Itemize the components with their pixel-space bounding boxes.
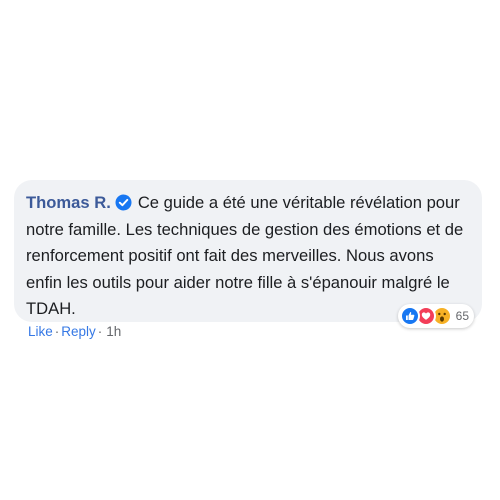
separator: · (97, 324, 103, 339)
comment-actions: Like · Reply · 1h (28, 324, 121, 339)
comment-bubble: Thomas R. Ce guide a été une véritable ré… (14, 180, 482, 328)
comment-timestamp[interactable]: 1h (106, 324, 121, 339)
like-link[interactable]: Like (28, 324, 53, 339)
reactions-summary[interactable]: 65 (397, 304, 474, 328)
comment-page: Thomas R. Ce guide a été une véritable ré… (0, 0, 500, 500)
verified-badge-icon (115, 193, 132, 211)
separator: · (54, 324, 60, 339)
comment-author[interactable]: Thomas R. (26, 193, 111, 212)
reply-link[interactable]: Reply (61, 324, 96, 339)
reaction-count: 65 (455, 308, 469, 323)
like-icon (399, 306, 420, 326)
